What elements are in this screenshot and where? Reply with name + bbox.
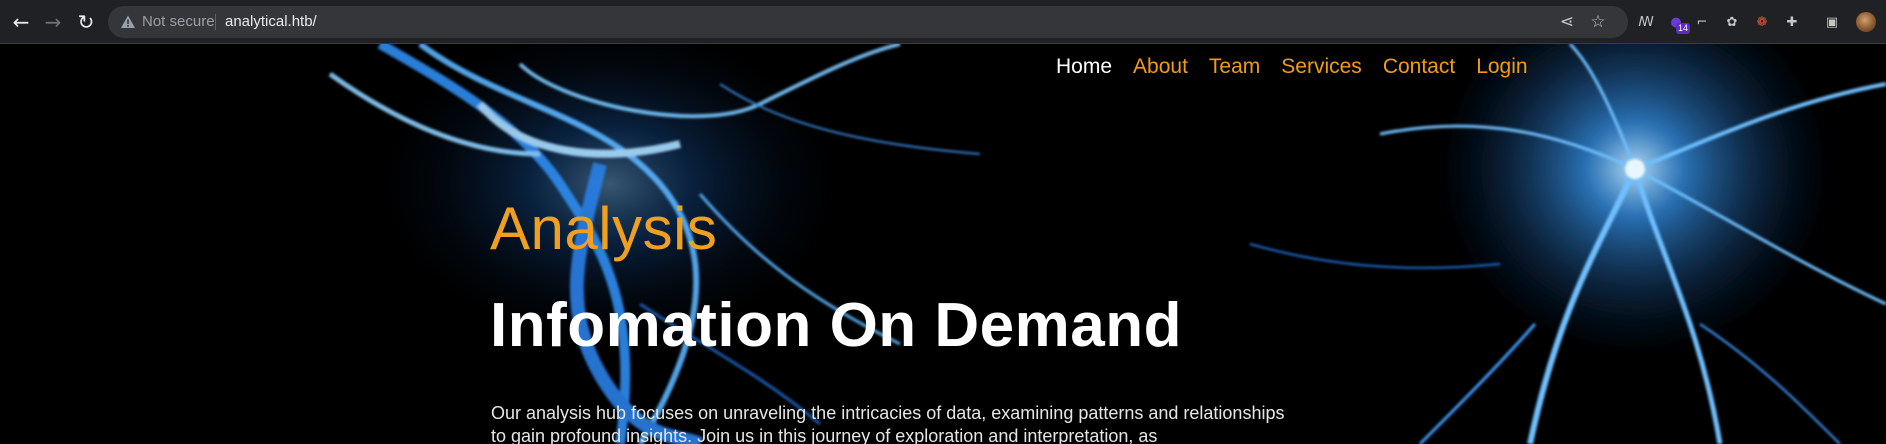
extension-5-icon[interactable]: ❁ xyxy=(1752,12,1772,32)
profile-avatar[interactable] xyxy=(1856,12,1876,32)
browser-toolbar: ← → ↻ Not secure analytical.htb/ ⋖ ☆ ꟿ ● 1… xyxy=(0,0,1886,44)
hero-paragraph: Our analysis hub focuses on unraveling t… xyxy=(491,403,1285,444)
nav-home[interactable]: Home xyxy=(1056,55,1112,79)
nav-team[interactable]: Team xyxy=(1209,55,1260,79)
warning-icon xyxy=(121,15,135,28)
reload-icon[interactable]: ↻ xyxy=(74,10,98,34)
puzzle-icon[interactable]: ✚ xyxy=(1782,12,1802,32)
hero-headline: Infomation On Demand xyxy=(490,291,1182,360)
nav-about[interactable]: About xyxy=(1133,55,1188,79)
extension-3-icon[interactable]: ⌐ xyxy=(1692,12,1712,32)
site-nav: Home About Team Services Contact Login xyxy=(1056,55,1528,79)
nav-login[interactable]: Login xyxy=(1476,55,1527,79)
back-arrow-icon[interactable]: ← xyxy=(9,10,33,34)
page-viewport: Home About Team Services Contact Login A… xyxy=(0,44,1886,444)
extension-2-icon[interactable]: ● 14 xyxy=(1666,12,1691,34)
security-label[interactable]: Not secure xyxy=(142,13,215,30)
address-bar[interactable]: Not secure analytical.htb/ ⋖ ☆ xyxy=(108,6,1628,38)
forward-arrow-icon[interactable]: → xyxy=(41,10,65,34)
hero-eyebrow: Analysis xyxy=(490,195,718,262)
omnibox-separator xyxy=(215,14,216,30)
extension-badge: 14 xyxy=(1676,23,1691,34)
nav-contact[interactable]: Contact xyxy=(1383,55,1455,79)
share-icon[interactable]: ⋖ xyxy=(1558,13,1576,31)
bookmark-star-icon[interactable]: ☆ xyxy=(1589,13,1607,31)
url-text[interactable]: analytical.htb/ xyxy=(225,13,317,30)
extension-1-icon[interactable]: ꟿ xyxy=(1636,12,1656,32)
extension-4-icon[interactable]: ✿ xyxy=(1722,12,1742,32)
nav-services[interactable]: Services xyxy=(1281,55,1362,79)
side-panel-icon[interactable]: ▣ xyxy=(1822,12,1842,32)
hero-background-image xyxy=(0,44,1886,444)
